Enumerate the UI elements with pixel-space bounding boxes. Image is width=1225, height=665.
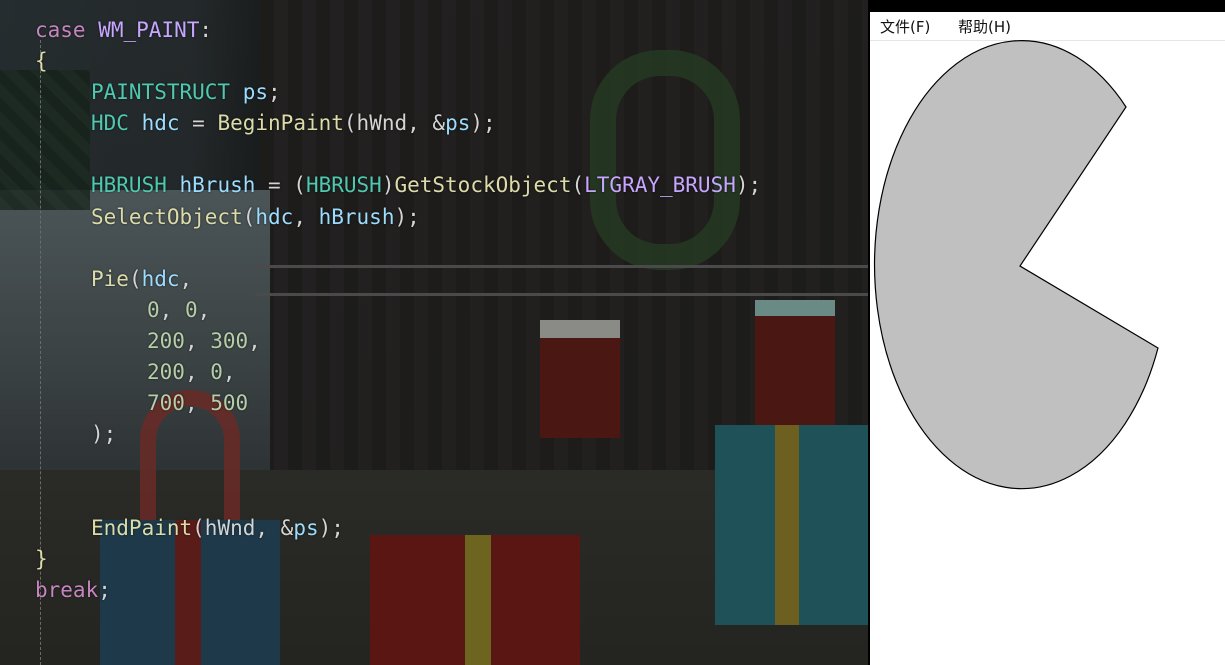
code-token: ; — [98, 577, 111, 602]
menu-file[interactable]: 文件(F) — [880, 16, 930, 37]
code-line[interactable] — [35, 481, 761, 512]
code-line[interactable]: EndPaint(hWnd, &ps); — [35, 513, 761, 544]
code-token: ) — [381, 173, 395, 198]
code-token: (hWnd, & — [343, 111, 446, 136]
code-line[interactable] — [35, 450, 761, 481]
backdrop-stocking — [755, 300, 835, 426]
code-token: 0 — [184, 297, 198, 322]
menu-bar: 文件(F) 帮助(H) — [870, 12, 1225, 41]
code-token: , — [222, 360, 236, 385]
code-token: ps — [293, 515, 319, 540]
code-token: hdc — [255, 204, 294, 229]
code-token: ); — [318, 515, 344, 540]
code-token: , — [197, 297, 211, 322]
code-line[interactable]: HDC hdc = BeginPaint(hWnd, &ps); — [35, 108, 761, 139]
code-token: ( — [242, 204, 256, 229]
code-token: HBRUSH — [91, 173, 167, 198]
code-token: { — [35, 49, 48, 74]
code-token: , — [159, 297, 185, 322]
code-token: 0 — [210, 360, 223, 385]
code-token: WM_PAINT — [98, 18, 200, 42]
code-token: hdc — [141, 111, 180, 136]
code-line[interactable]: { — [35, 46, 761, 77]
code-token: BeginPaint — [217, 111, 344, 136]
code-token: hBrush — [179, 173, 256, 198]
code-token: ); — [91, 422, 117, 447]
code-token: , — [248, 328, 261, 353]
code-token: hdc — [141, 266, 180, 291]
code-token: ps — [445, 111, 471, 136]
code-token: case — [35, 18, 86, 42]
code-line[interactable]: ); — [35, 419, 761, 450]
code-token: EndPaint — [91, 515, 193, 540]
code-token: ps — [242, 80, 269, 105]
code-token: , — [293, 204, 319, 229]
code-token: ( — [128, 266, 142, 291]
code-token: : — [199, 18, 213, 42]
code-line[interactable]: 0, 0, — [35, 295, 761, 326]
code-line[interactable]: 200, 0, — [35, 357, 761, 388]
code-token: ); — [735, 173, 762, 198]
code-token: ); — [470, 111, 496, 136]
code-token: ( — [571, 173, 585, 198]
code-token: 500 — [210, 391, 249, 416]
code-token: break — [35, 577, 99, 602]
code-line[interactable] — [35, 233, 761, 264]
code-token: (hWnd, & — [192, 515, 294, 540]
code-token: GetStockObject — [394, 173, 572, 198]
code-token: , — [179, 266, 193, 291]
code-token: ); — [394, 204, 420, 229]
code-block[interactable]: case WM_PAINT:{PAINTSTRUCT ps; HDC hdc = … — [35, 15, 761, 606]
code-line[interactable]: 200, 300, — [35, 326, 761, 357]
code-token: ; — [268, 80, 281, 105]
code-line[interactable]: case WM_PAINT: — [35, 15, 761, 46]
menu-help[interactable]: 帮助(H) — [958, 16, 1011, 37]
code-token: 700 — [147, 391, 185, 416]
code-token: 300 — [210, 328, 249, 353]
code-line[interactable]: HBRUSH hBrush = (HBRUSH)GetStockObject(L… — [35, 170, 761, 201]
code-token: LTGRAY_BRUSH — [584, 173, 736, 198]
code-token: SelectObject — [91, 204, 243, 229]
code-line[interactable]: break; — [35, 575, 761, 606]
code-token: Pie — [91, 266, 129, 291]
code-token: 0 — [147, 297, 160, 322]
code-editor[interactable]: case WM_PAINT:{PAINTSTRUCT ps; HDC hdc = … — [0, 0, 868, 665]
client-area — [873, 40, 1159, 490]
code-line[interactable]: 700, 500 — [35, 388, 761, 419]
code-line[interactable]: PAINTSTRUCT ps; — [35, 77, 761, 108]
code-token: = — [179, 111, 218, 136]
code-line[interactable]: SelectObject(hdc, hBrush); — [35, 202, 761, 233]
code-token: hBrush — [318, 204, 395, 229]
code-token: HDC — [91, 111, 129, 136]
code-token: 200 — [147, 360, 185, 385]
app-window: 文件(F) 帮助(H) — [870, 12, 1225, 665]
pie-shape — [873, 40, 1159, 490]
code-token: HBRUSH — [305, 173, 382, 198]
code-token: , — [184, 360, 211, 385]
code-token: , — [184, 328, 211, 353]
code-line[interactable] — [35, 139, 761, 170]
code-token: , — [184, 391, 211, 416]
code-token: } — [35, 546, 48, 571]
code-line[interactable]: Pie(hdc, — [35, 264, 761, 295]
code-line[interactable]: } — [35, 544, 761, 575]
code-token: 200 — [147, 328, 185, 353]
code-token: = ( — [255, 173, 306, 198]
code-token: PAINTSTRUCT — [91, 80, 231, 105]
